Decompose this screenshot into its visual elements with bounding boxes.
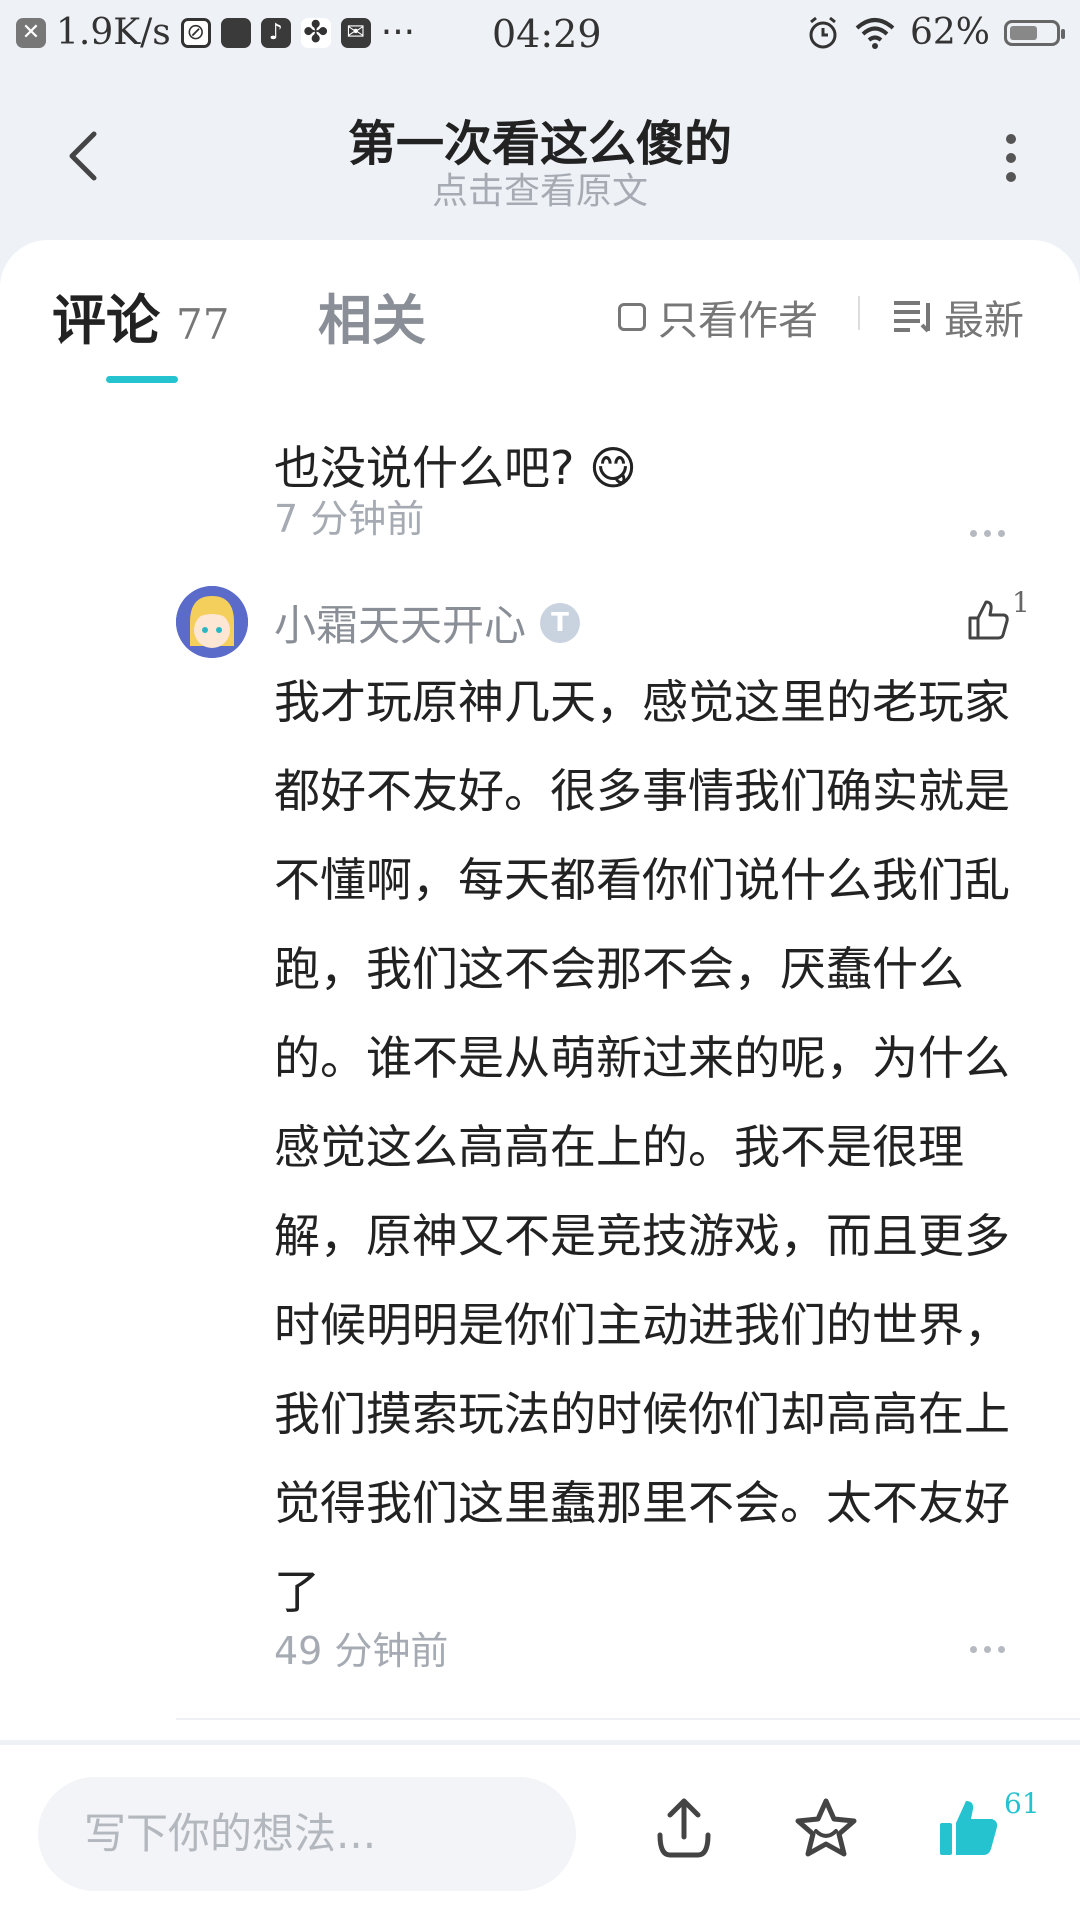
- sort-icon: [894, 301, 930, 333]
- comment-body: 我才玩原神几天，感觉这里的老玩家都好不友好。很多事情我们确实就是不懂啊，每天都看…: [274, 675, 1010, 1619]
- tab-comments[interactable]: 评论 77: [52, 276, 229, 355]
- close-box-icon: ✕: [16, 17, 46, 48]
- mail-icon: ✉: [340, 17, 371, 48]
- comment-like-count: 1: [1012, 586, 1030, 619]
- tab-bar: 评论 77 相关 只看作者 最新: [0, 240, 1080, 390]
- active-tab-indicator: [106, 376, 178, 383]
- view-original-link[interactable]: 点击查看原文: [0, 162, 1080, 214]
- comment-username[interactable]: 小霜天天开心 T: [274, 592, 581, 653]
- tab-related[interactable]: 相关: [318, 276, 426, 355]
- battery-percent: 62%: [909, 12, 990, 53]
- status-time: 04:29: [492, 12, 602, 56]
- status-bar: ✕ 1.9K/s ⊘ ♪ ✤ ✉ ··· 04:29 62%: [0, 0, 1080, 70]
- username-label: 小霜天天开心: [274, 601, 527, 650]
- pinwheel-icon: ✤: [300, 15, 331, 50]
- more-dots-icon: ···: [380, 12, 416, 53]
- tiktok-icon: ♪: [260, 17, 291, 48]
- divider: [858, 296, 860, 330]
- more-options-icon[interactable]: [1004, 134, 1018, 182]
- comment-input[interactable]: 写下你的想法...: [38, 1777, 576, 1891]
- favorite-star-icon[interactable]: [792, 1795, 860, 1863]
- avatar[interactable]: [176, 586, 248, 658]
- app-icon: [220, 17, 251, 48]
- no-photo-icon: ⊘: [180, 17, 211, 48]
- sort-button[interactable]: 最新: [892, 288, 1024, 346]
- tab-comments-label: 评论: [52, 289, 160, 352]
- comments-count: 77: [176, 300, 230, 349]
- status-bar-right: 62%: [806, 12, 1065, 53]
- comment-divider: [176, 1718, 1080, 1720]
- top-nav: 第一次看这么傻的 点击查看原文: [0, 80, 1080, 230]
- alarm-icon: [809, 16, 837, 48]
- previous-comment-body: 也没说什么吧? 😋: [274, 441, 637, 495]
- comments-sheet: 评论 77 相关 只看作者 最新 也没说什么吧? 😋 7 分钟前 小霜天天开心 T…: [0, 240, 1080, 1740]
- share-icon[interactable]: [650, 1795, 718, 1863]
- post-like-count: 61: [1004, 1787, 1040, 1820]
- thumbs-up-icon[interactable]: [964, 596, 1012, 644]
- sort-label: 最新: [944, 298, 1024, 344]
- user-badge-icon: T: [540, 602, 581, 643]
- status-bar-left: ✕ 1.9K/s ⊘ ♪ ✤ ✉ ···: [16, 12, 415, 53]
- author-only-toggle[interactable]: 只看作者: [618, 288, 818, 346]
- checkbox-icon: [618, 303, 646, 331]
- previous-comment-more-icon[interactable]: [970, 530, 1005, 537]
- battery-fill: [1010, 25, 1037, 40]
- comment-time: 49 分钟前: [274, 1629, 449, 1673]
- battery-icon: [1004, 19, 1065, 46]
- wifi-icon: [855, 17, 895, 49]
- like-filled-icon[interactable]: [936, 1795, 1004, 1863]
- comment-more-icon[interactable]: [970, 1646, 1005, 1653]
- author-only-label: 只看作者: [658, 298, 818, 344]
- bottom-bar: 写下你的想法... 61: [0, 1745, 1080, 1920]
- network-speed: 1.9K/s: [56, 12, 171, 53]
